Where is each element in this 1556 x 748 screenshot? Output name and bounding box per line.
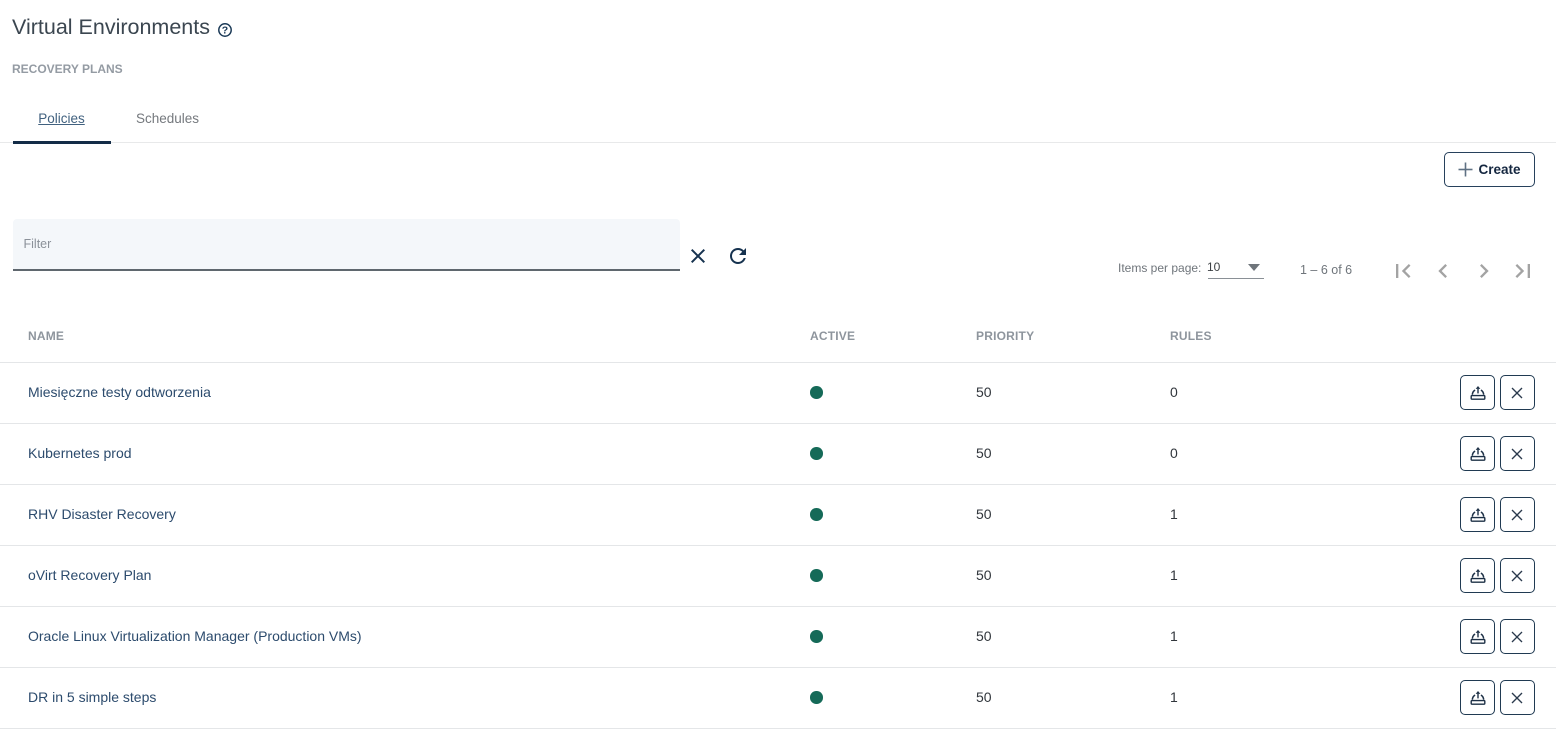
svg-text:?: ? — [222, 25, 228, 37]
